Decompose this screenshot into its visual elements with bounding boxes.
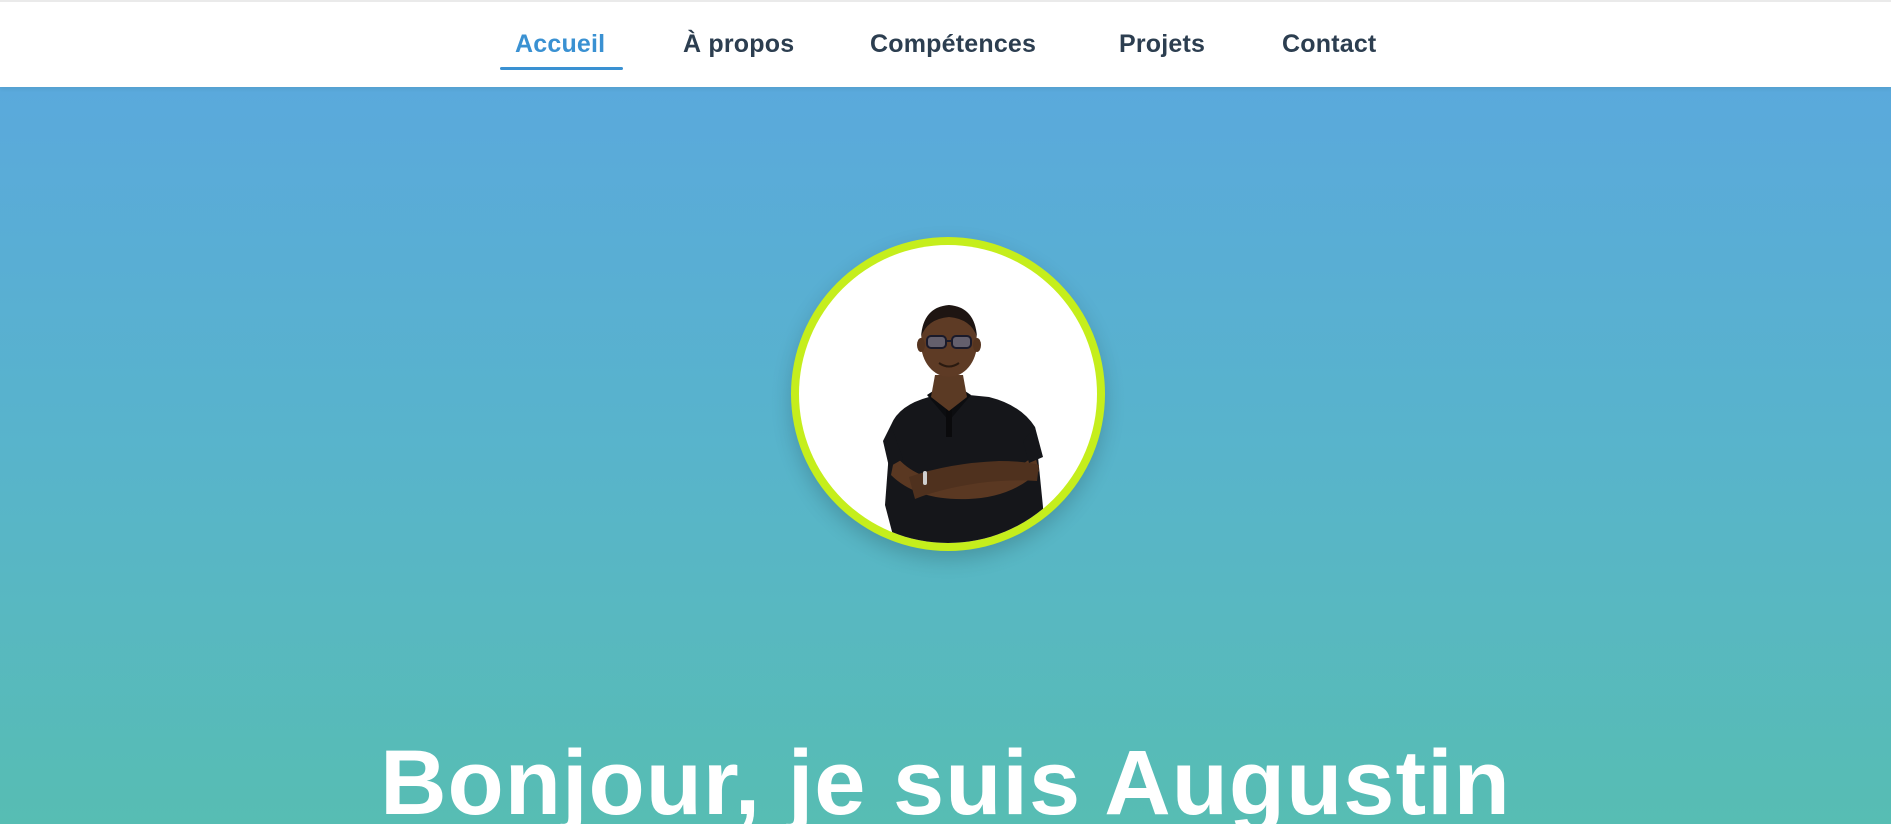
nav-link-projets[interactable]: Projets: [1119, 30, 1205, 59]
nav-link-competences[interactable]: Compétences: [870, 30, 1036, 59]
profile-photo-frame: [791, 237, 1105, 551]
person-portrait-illustration: [883, 305, 1045, 543]
hero-title: Bonjour, je suis Augustin: [380, 732, 1511, 824]
nav-link-contact[interactable]: Contact: [1282, 30, 1376, 59]
top-navbar: Accueil À propos Compétences Projets Con…: [0, 0, 1891, 87]
nav-menu: Accueil À propos Compétences Projets Con…: [0, 2, 1891, 87]
profile-photo: [799, 245, 1097, 543]
nav-link-a-propos[interactable]: À propos: [683, 30, 794, 59]
active-nav-indicator: [500, 67, 623, 70]
nav-link-accueil[interactable]: Accueil: [515, 30, 605, 59]
hero-section: Bonjour, je suis Augustin: [0, 87, 1891, 824]
